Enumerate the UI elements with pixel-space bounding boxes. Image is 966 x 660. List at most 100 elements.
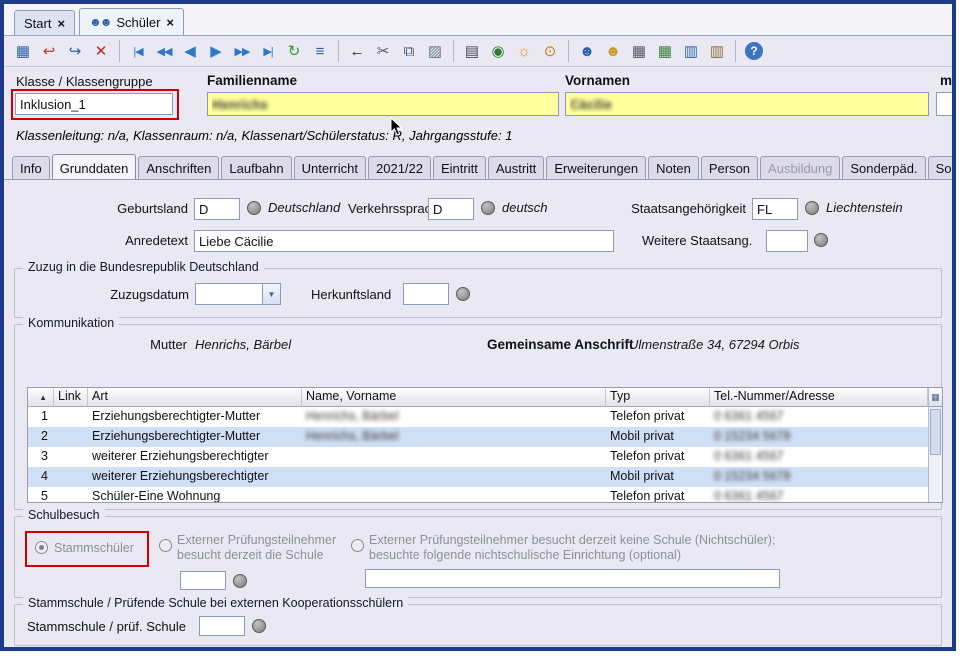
toolbar: ▦↩↪✕|◀◀◀◀▶▶▶▶|↻≡←✂⧉▨▤◉☼⊙☻☻▦▦▥▥? bbox=[4, 36, 952, 67]
tab-unterricht[interactable]: Unterricht bbox=[294, 156, 366, 179]
herkunftsland-catalog-button[interactable] bbox=[456, 287, 470, 301]
tab-sonderp-d[interactable]: Sonderpäd. bbox=[842, 156, 925, 179]
vornamen-input[interactable] bbox=[565, 92, 929, 116]
preview-eye-icon[interactable]: ◉ bbox=[486, 40, 510, 63]
fast-back-icon[interactable]: ◀◀ bbox=[152, 40, 176, 63]
table-cell: 0 6361 4567 bbox=[710, 447, 928, 467]
doc-tab-schueler[interactable]: ☻☻ Schüler × bbox=[79, 8, 184, 35]
table-cell: 1 bbox=[28, 407, 54, 427]
table-cell: 3 bbox=[28, 447, 54, 467]
undo-icon[interactable]: ↩ bbox=[37, 40, 61, 63]
table-header-row[interactable]: ▲ Link Art Name, Vorname Typ Tel.-Nummer… bbox=[28, 388, 928, 407]
table-cell: Mobil privat bbox=[606, 467, 710, 487]
einrichtung-input[interactable] bbox=[365, 569, 780, 588]
table-header-name[interactable]: Name, Vorname bbox=[302, 388, 606, 407]
print-icon[interactable]: ▤ bbox=[460, 40, 484, 63]
weitere-staatsang-catalog-button[interactable] bbox=[814, 233, 828, 247]
tab-eintritt[interactable]: Eintritt bbox=[433, 156, 486, 179]
vornamen-label: Vornamen bbox=[565, 73, 630, 88]
last-record-icon[interactable]: ▶| bbox=[256, 40, 280, 63]
extern-schule-input[interactable] bbox=[180, 571, 226, 590]
extern-schule-catalog-button[interactable] bbox=[233, 574, 247, 588]
tab-laufbahn[interactable]: Laufbahn bbox=[221, 156, 291, 179]
tab-anschriften[interactable]: Anschriften bbox=[138, 156, 219, 179]
next-record-icon[interactable]: ▶ bbox=[204, 40, 228, 63]
user-key-icon[interactable]: ☻ bbox=[601, 40, 625, 63]
extern-keine-schule-radio[interactable] bbox=[351, 539, 364, 552]
verkehrssprache-catalog-button[interactable] bbox=[481, 201, 495, 215]
tab-grunddaten[interactable]: Grunddaten bbox=[52, 154, 137, 179]
table-header-tel[interactable]: Tel.-Nummer/Adresse bbox=[710, 388, 928, 407]
table-row[interactable]: 5Schüler-Eine WohnungTelefon privat0 636… bbox=[28, 487, 928, 502]
staatsangehoerigkeit-input[interactable] bbox=[752, 198, 798, 220]
table-scrollbar[interactable]: ▦ bbox=[928, 388, 942, 502]
table-header-art[interactable]: Art bbox=[88, 388, 302, 407]
users-icon[interactable]: ☻ bbox=[575, 40, 599, 63]
tab-austritt[interactable]: Austritt bbox=[488, 156, 544, 179]
table-header-typ[interactable]: Typ bbox=[606, 388, 710, 407]
list-icon[interactable]: ≡ bbox=[308, 40, 332, 63]
table-header-sort[interactable]: ▲ bbox=[28, 388, 54, 407]
back-icon[interactable]: ← bbox=[345, 40, 369, 63]
close-icon[interactable]: × bbox=[57, 16, 65, 31]
refresh-icon[interactable]: ↻ bbox=[282, 40, 306, 63]
tab-ausbildung[interactable]: Ausbildung bbox=[760, 156, 840, 179]
cut-icon[interactable]: ✂ bbox=[371, 40, 395, 63]
table-row[interactable]: 4weiterer ErziehungsberechtigterMobil pr… bbox=[28, 467, 928, 487]
doc-tab-start[interactable]: Start × bbox=[14, 10, 75, 35]
verkehrssprache-input[interactable] bbox=[428, 198, 474, 220]
herkunftsland-input[interactable] bbox=[403, 283, 449, 305]
geburtsland-catalog-button[interactable] bbox=[247, 201, 261, 215]
redo-icon[interactable]: ↪ bbox=[63, 40, 87, 63]
fast-forward-icon[interactable]: ▶▶ bbox=[230, 40, 254, 63]
klasse-label: Klasse / Klassengruppe bbox=[16, 74, 153, 89]
table-settings-button[interactable]: ▦ bbox=[929, 388, 942, 407]
toolbar-separator bbox=[568, 40, 569, 62]
tab-erweiterungen[interactable]: Erweiterungen bbox=[546, 156, 646, 179]
anredetext-input[interactable] bbox=[194, 230, 614, 252]
close-icon[interactable]: × bbox=[166, 15, 174, 30]
tab-sonstiges[interactable]: Sonstiges bbox=[928, 156, 956, 179]
tab-person[interactable]: Person bbox=[701, 156, 758, 179]
document-tab-bar: Start × ☻☻ Schüler × bbox=[4, 4, 952, 36]
delete-icon[interactable]: ✕ bbox=[89, 40, 113, 63]
extern-schule-radio[interactable] bbox=[159, 539, 172, 552]
familienname-input[interactable] bbox=[207, 92, 559, 116]
gemeinsame-anschrift-label: Gemeinsame Anschrift bbox=[487, 337, 634, 352]
stammschule-catalog-button[interactable] bbox=[252, 619, 266, 633]
weitere-staatsang-input[interactable] bbox=[766, 230, 808, 252]
zuzug-groupbox: Zuzug in die Bundesrepublik Deutschland … bbox=[14, 268, 942, 318]
geschlecht-input[interactable] bbox=[936, 92, 956, 116]
table-cell: 0 6361 4567 bbox=[710, 407, 928, 427]
herkunftsland-label: Herkunftsland bbox=[311, 287, 391, 302]
gemeinsame-anschrift-value: Ulmenstraße 34, 67294 Orbis bbox=[629, 337, 800, 352]
paste-icon[interactable]: ▨ bbox=[423, 40, 447, 63]
zuzugsdatum-input[interactable] bbox=[195, 283, 263, 305]
first-record-icon[interactable]: |◀ bbox=[126, 40, 150, 63]
stammschueler-radio[interactable] bbox=[35, 541, 48, 554]
geburtsland-input[interactable] bbox=[194, 198, 240, 220]
tip-lamp-icon[interactable]: ☼ bbox=[512, 40, 536, 63]
klasse-input[interactable] bbox=[15, 93, 173, 115]
report-icon[interactable]: ▥ bbox=[679, 40, 703, 63]
table-row[interactable]: 3weiterer ErziehungsberechtigterTelefon … bbox=[28, 447, 928, 467]
table-row[interactable]: 1Erziehungsberechtigter-MutterHenrichs, … bbox=[28, 407, 928, 427]
copy-icon[interactable]: ⧉ bbox=[397, 40, 421, 63]
help-icon[interactable]: ? bbox=[745, 42, 763, 60]
reminder-clock-icon[interactable]: ⊙ bbox=[538, 40, 562, 63]
staatsangehoerigkeit-catalog-button[interactable] bbox=[805, 201, 819, 215]
tab-2021-22[interactable]: 2021/22 bbox=[368, 156, 431, 179]
table-row[interactable]: 2Erziehungsberechtigter-MutterHenrichs, … bbox=[28, 427, 928, 447]
grid-icon[interactable]: ▦ bbox=[627, 40, 651, 63]
zuzugsdatum-combobox[interactable]: ▼ bbox=[195, 283, 281, 305]
scrollbar-thumb[interactable] bbox=[930, 409, 941, 455]
grid-export-icon[interactable]: ▦ bbox=[653, 40, 677, 63]
table-header-link[interactable]: Link bbox=[54, 388, 88, 407]
save-icon[interactable]: ▦ bbox=[11, 40, 35, 63]
stammschule-input[interactable] bbox=[199, 616, 245, 636]
tab-noten[interactable]: Noten bbox=[648, 156, 699, 179]
prev-record-icon[interactable]: ◀ bbox=[178, 40, 202, 63]
tab-info[interactable]: Info bbox=[12, 156, 50, 179]
database-icon[interactable]: ▥ bbox=[705, 40, 729, 63]
chevron-down-icon[interactable]: ▼ bbox=[263, 283, 281, 305]
